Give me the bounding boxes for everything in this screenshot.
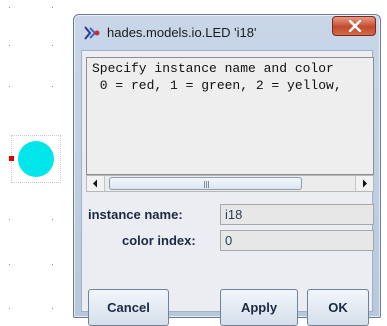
- info-line: 0 = red, 1 = green, 2 = yellow,: [92, 78, 342, 93]
- scroll-right-button[interactable]: [355, 176, 373, 191]
- color-index-input[interactable]: 0: [220, 230, 374, 251]
- instance-name-label: instance name:: [88, 207, 183, 222]
- info-textarea[interactable]: Specify instance name and color 0 = red,…: [86, 57, 374, 175]
- hades-app-icon: [83, 24, 101, 42]
- scroll-left-arrow-icon: [93, 179, 97, 188]
- window-title: hades.models.io.LED 'i18': [107, 25, 257, 40]
- dialog-content: Specify instance name and color 0 = red,…: [81, 50, 374, 326]
- horizontal-scrollbar[interactable]: [86, 175, 374, 192]
- close-button[interactable]: [332, 16, 376, 36]
- led-properties-dialog: hades.models.io.LED 'i18' Specify instan…: [73, 14, 381, 326]
- close-icon: [348, 20, 362, 32]
- scroll-right-arrow-icon: [363, 179, 367, 188]
- ok-button[interactable]: OK: [307, 289, 369, 326]
- title-bar[interactable]: hades.models.io.LED 'i18': [74, 15, 380, 51]
- cancel-button[interactable]: Cancel: [88, 289, 169, 326]
- led-lamp: [18, 141, 54, 177]
- info-line: Specify instance name and color: [92, 61, 334, 76]
- scroll-left-button[interactable]: [87, 176, 105, 191]
- color-index-label: color index:: [122, 233, 196, 248]
- apply-button[interactable]: Apply: [220, 289, 298, 326]
- led-input-pin[interactable]: [9, 156, 14, 161]
- scroll-thumb[interactable]: [109, 177, 302, 190]
- led-component[interactable]: [3, 133, 63, 185]
- instance-name-input[interactable]: i18: [220, 204, 374, 225]
